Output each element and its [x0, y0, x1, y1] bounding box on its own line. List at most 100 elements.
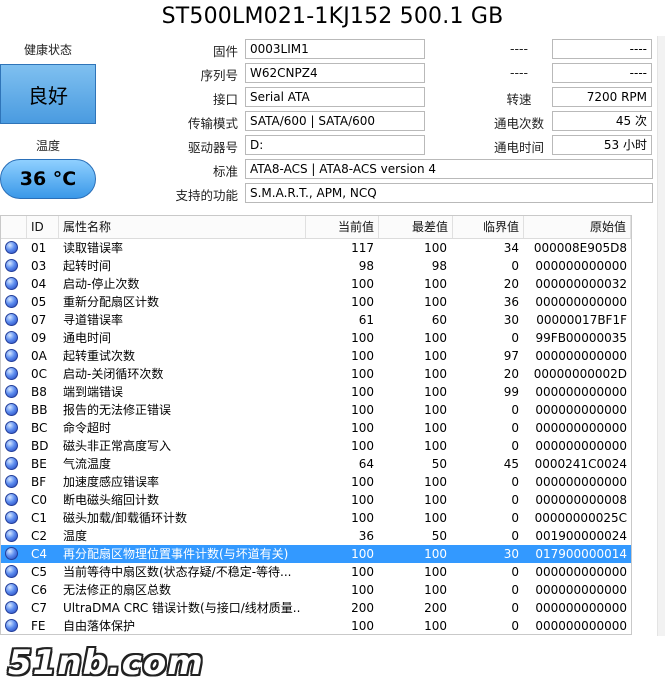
cell-current: 100	[351, 295, 374, 309]
cell-threshold: 0	[511, 403, 519, 417]
header-threshold[interactable]: 临界值	[453, 216, 524, 238]
table-row[interactable]: BB 报告的无法修正错误 100 100 0 000000000000	[1, 401, 631, 419]
cell-current: 36	[358, 529, 374, 543]
table-row[interactable]: C4 再分配扇区物理位置事件计数(与坏道有关) 100 100 30 0179000000…	[1, 545, 631, 563]
cell-current: 100	[351, 349, 374, 363]
cell-worst: 100	[424, 277, 447, 291]
cell-current: 61	[358, 313, 374, 327]
status-dot-icon	[5, 565, 18, 578]
table-row[interactable]: 05 重新分配扇区计数 100 100 36 000000000000	[1, 293, 631, 311]
cell-raw: 000000000000	[535, 385, 627, 399]
health-label: 健康状态	[23, 43, 72, 57]
health-status-badge[interactable]: 良好	[0, 64, 96, 124]
cell-worst: 200	[424, 601, 447, 615]
unknown-field-1: ----	[552, 39, 652, 59]
cell-worst: 100	[424, 583, 447, 597]
status-dot-icon	[5, 295, 18, 308]
table-row[interactable]: 09 通电时间 100 100 0 99FB00000035	[1, 329, 631, 347]
unknown-field-2: ----	[552, 63, 652, 83]
table-row[interactable]: 07 寻道错误率 61 60 30 00000017BF1F	[1, 311, 631, 329]
cell-raw: 000000000000	[535, 295, 627, 309]
cell-raw: 000000000000	[535, 349, 627, 363]
transfer-mode-field: SATA/600 | SATA/600	[245, 111, 425, 131]
cell-threshold: 0	[511, 331, 519, 345]
cell-worst: 100	[424, 439, 447, 453]
status-dot-icon	[5, 475, 18, 488]
cell-threshold: 30	[503, 547, 519, 561]
table-row[interactable]: C6 无法修正的扇区总数 100 100 0 000000000000	[1, 581, 631, 599]
table-row[interactable]: 03 起转时间 98 98 0 000000000000	[1, 257, 631, 275]
table-row[interactable]: FE 自由落体保护 100 100 0 000000000000	[1, 617, 631, 635]
cell-raw: 000000000032	[535, 277, 627, 291]
cell-name: 通电时间	[63, 331, 112, 345]
cell-raw: 000000000000	[535, 403, 627, 417]
cell-raw: 99FB00000035	[535, 331, 627, 345]
standard-field: ATA8-ACS | ATA8-ACS version 4	[245, 159, 653, 179]
status-dot-icon	[5, 601, 18, 614]
smart-attributes-table[interactable]: ID 属性名称 当前值 最差值 临界值 原始值 01 读取错误率 117 100 34 0…	[0, 215, 632, 635]
cell-id: 0A	[31, 349, 47, 363]
table-row[interactable]: B8 端到端错误 100 100 99 000000000000	[1, 383, 631, 401]
cell-name: 起转时间	[63, 259, 112, 273]
cell-worst: 100	[424, 331, 447, 345]
table-row[interactable]: 04 启动-停止次数 100 100 20 000000000032	[1, 275, 631, 293]
cell-id: B8	[31, 385, 47, 399]
cell-name: 自由落体保护	[63, 619, 136, 633]
cell-raw: 000000000000	[535, 565, 627, 579]
cell-id: 05	[31, 295, 47, 309]
cell-raw: 000000000000	[535, 475, 627, 489]
cell-worst: 100	[424, 241, 447, 255]
table-body: 01 读取错误率 117 100 34 000008E905D8 03 起转时间 98 98 0 00…	[1, 239, 631, 635]
cell-threshold: 0	[511, 619, 519, 633]
header-status[interactable]	[1, 216, 27, 238]
table-row[interactable]: BE 气流温度 64 50 45 0000241C0024	[1, 455, 631, 473]
cell-current: 100	[351, 619, 374, 633]
firmware-label: 固件	[212, 44, 238, 59]
table-row[interactable]: BD 磁头非正常高度写入 100 100 0 000000000000	[1, 437, 631, 455]
cell-current: 117	[351, 241, 374, 255]
table-row[interactable]: C1 磁头加载/卸载循环计数 100 100 0 00000000025C	[1, 509, 631, 527]
cell-current: 100	[351, 565, 374, 579]
cell-raw: 00000000002D	[533, 367, 627, 381]
cell-name: 再分配扇区物理位置事件计数(与坏道有关)	[63, 547, 289, 561]
cell-raw: 0000241C0024	[534, 457, 627, 471]
scrollbar[interactable]	[657, 36, 665, 636]
status-dot-icon	[5, 313, 18, 326]
table-row[interactable]: C7 UltraDMA CRC 错误计数(与接口/线材质量... 200 200 0 00…	[1, 599, 631, 617]
unknown-label-1: ----	[509, 41, 529, 56]
cell-worst: 50	[431, 457, 447, 471]
status-dot-icon	[5, 619, 18, 632]
cell-id: BF	[31, 475, 47, 489]
header-current[interactable]: 当前值	[306, 216, 379, 238]
table-row[interactable]: BF 加速度感应错误率 100 100 0 000000000000	[1, 473, 631, 491]
temperature-badge[interactable]: 36 °C	[0, 159, 96, 199]
cell-worst: 100	[424, 565, 447, 579]
cell-current: 100	[351, 475, 374, 489]
table-row[interactable]: 01 读取错误率 117 100 34 000008E905D8	[1, 239, 631, 257]
power-hours-field: 53 小时	[552, 135, 652, 155]
table-row[interactable]: C2 温度 36 50 0 001900000024	[1, 527, 631, 545]
cell-current: 100	[351, 511, 374, 525]
table-row[interactable]: BC 命令超时 100 100 0 000000000000	[1, 419, 631, 437]
cell-raw: 000000000000	[535, 439, 627, 453]
cell-id: 03	[31, 259, 47, 273]
temperature-label: 温度	[35, 139, 60, 153]
cell-current: 100	[351, 385, 374, 399]
table-row[interactable]: C0 断电磁头缩回计数 100 100 0 000000000008	[1, 491, 631, 509]
cell-id: C5	[31, 565, 48, 579]
table-row[interactable]: C5 当前等待中扇区数(状态存疑/不稳定-等待... 100 100 0 00000000…	[1, 563, 631, 581]
cell-name: 无法修正的扇区总数	[63, 583, 172, 597]
cell-current: 100	[351, 583, 374, 597]
cell-name: 加速度感应错误率	[63, 475, 160, 489]
cell-raw: 000000000008	[535, 493, 627, 507]
cell-id: C7	[31, 601, 48, 615]
header-id[interactable]: ID	[27, 216, 59, 238]
cell-threshold: 0	[511, 583, 519, 597]
header-name[interactable]: 属性名称	[59, 216, 306, 238]
header-worst[interactable]: 最差值	[379, 216, 453, 238]
header-raw[interactable]: 原始值	[524, 216, 631, 238]
cell-id: 04	[31, 277, 47, 291]
table-row[interactable]: 0C 启动-关闭循环次数 100 100 20 00000000002D	[1, 365, 631, 383]
table-row[interactable]: 0A 起转重试次数 100 100 97 000000000000	[1, 347, 631, 365]
cell-worst: 100	[424, 385, 447, 399]
